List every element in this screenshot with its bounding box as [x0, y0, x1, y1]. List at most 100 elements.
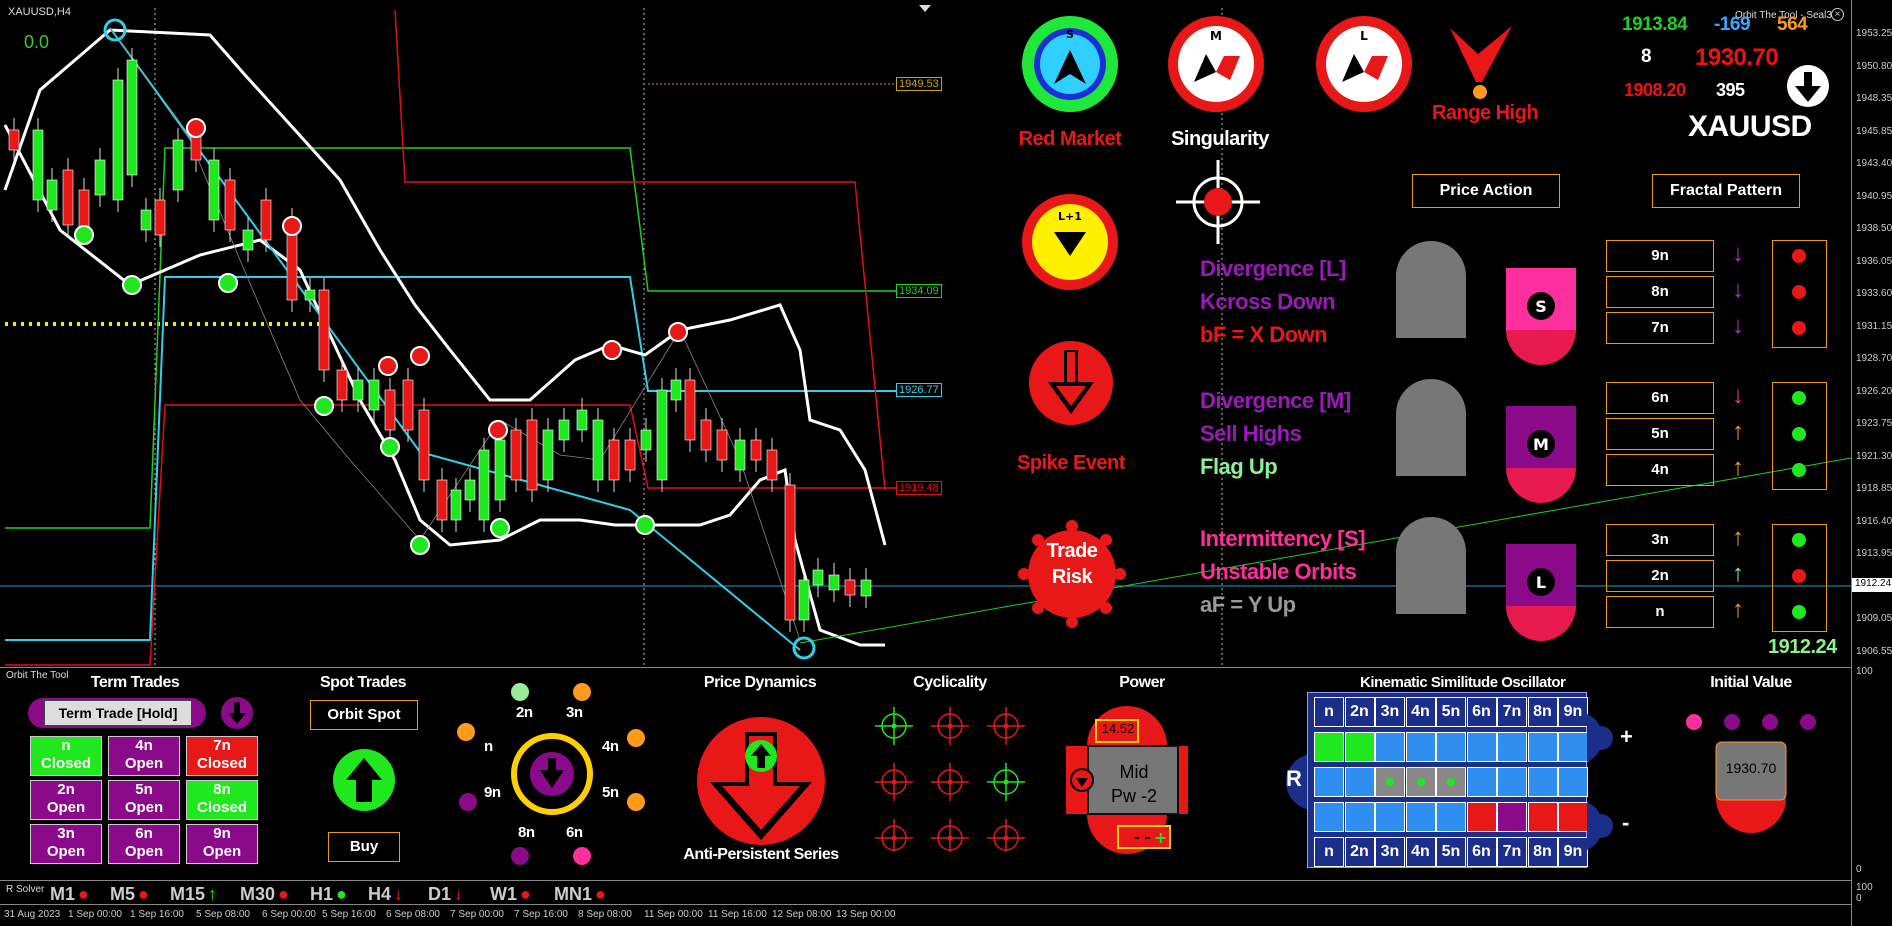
timeframe-M15[interactable]: M15 ↑ — [170, 884, 217, 905]
status-dot — [1792, 605, 1806, 619]
status-dot-icon: ● — [336, 884, 347, 904]
kinematic-cell — [1466, 732, 1497, 762]
timeframe-D1[interactable]: D1 ↓ — [428, 884, 463, 905]
kinematic-cell — [1314, 732, 1344, 762]
time-tick: 11 Sep 16:00 — [708, 909, 767, 920]
up-arrow-icon — [333, 749, 395, 811]
wheel-n: n — [484, 738, 493, 755]
time-tick: 1 Sep 00:00 — [68, 909, 122, 920]
spike-event-label: Spike Event — [1017, 452, 1125, 474]
l-letter: L — [1360, 29, 1368, 43]
term-cell-2n[interactable]: 2n Open — [30, 780, 102, 820]
time-tick: 13 Sep 00:00 — [836, 909, 896, 920]
level-n[interactable]: n — [1606, 596, 1714, 628]
current-price-tag: 1912.24 — [1852, 578, 1892, 592]
price-axis[interactable]: 1953.25 1950.80 1948.35 1945.85 1943.40 1940.… — [1851, 0, 1892, 926]
kinematic-header: 8n — [1527, 837, 1558, 867]
timeframe-W1[interactable]: W1 ● — [490, 884, 531, 905]
stat-value: 395 — [1716, 80, 1745, 100]
term-cell-9n[interactable]: 9n Open — [186, 824, 258, 864]
buy-button[interactable]: Buy — [328, 832, 400, 862]
kinematic-header: 4n — [1405, 837, 1436, 867]
status-dot-icon: ● — [520, 884, 531, 904]
kinematic-cell — [1344, 767, 1375, 797]
spike-event-icon — [1029, 341, 1113, 425]
orbit-wheel — [457, 683, 645, 865]
term-cell-7n[interactable]: 7n Closed — [186, 736, 258, 776]
close-icon[interactable]: × — [1831, 8, 1844, 21]
price-tick: 1928.70 — [1856, 353, 1892, 364]
time-tick: 5 Sep 08:00 — [196, 909, 250, 920]
status-dot-icon: ● — [278, 884, 289, 904]
sub-axis-top: 100 — [1856, 666, 1873, 677]
status-dot — [1792, 391, 1806, 405]
divergence-m: Divergence [M] — [1200, 388, 1351, 413]
gray-gauge — [1396, 379, 1466, 476]
timeframe-H1[interactable]: H1 ● — [310, 884, 347, 905]
price-tick: 1926.20 — [1856, 385, 1892, 397]
level-3n[interactable]: 3n — [1606, 524, 1714, 556]
level-9n[interactable]: 9n — [1606, 240, 1714, 272]
term-cell-3n[interactable]: 3n Open — [30, 824, 102, 864]
power-mid: Mid — [1119, 762, 1149, 782]
timeframe-H4[interactable]: H4 ↓ — [368, 884, 403, 905]
timeframe-M30[interactable]: M30 ● — [240, 884, 289, 905]
level-8n[interactable]: 8n — [1606, 276, 1714, 308]
time-tick: 7 Sep 16:00 — [514, 909, 568, 920]
price-tick: 1953.25 — [1856, 28, 1892, 39]
kinematic-cell — [1497, 802, 1527, 832]
m-signal-icon[interactable]: M — [1166, 14, 1266, 114]
s-signal-icon[interactable]: S — [1020, 14, 1120, 114]
lp1-letter: L+1 — [1058, 210, 1082, 223]
kinematic-cell — [1497, 732, 1527, 762]
kinematic-header: n — [1314, 837, 1344, 867]
level-2n[interactable]: 2n — [1606, 560, 1714, 592]
minus-badge[interactable] — [1587, 800, 1625, 852]
term-cell-6n[interactable]: 6n Open — [108, 824, 180, 864]
kinematic-cell — [1436, 767, 1466, 797]
status-dot — [1792, 569, 1806, 583]
status-dot — [1792, 249, 1806, 263]
minus-button[interactable]: - — [1622, 810, 1629, 836]
kinematic-header: 4n — [1405, 697, 1436, 727]
price-tick: 1943.40 — [1856, 158, 1892, 169]
scroll-marker-icon[interactable] — [919, 0, 931, 12]
l-signal-icon[interactable]: L — [1314, 14, 1414, 114]
term-cell-n[interactable]: n Closed — [30, 736, 102, 776]
anti-persistent-label: Anti-Persistent Series — [683, 846, 839, 863]
plus-button[interactable]: + — [1620, 724, 1633, 750]
level-5n[interactable]: 5n — [1606, 418, 1714, 450]
term-cell-8n[interactable]: 8n Closed — [186, 780, 258, 820]
time-tick: 1 Sep 16:00 — [130, 909, 184, 920]
term-cell-4n[interactable]: 4n Open — [108, 736, 180, 776]
price-tick: 1940.95 — [1856, 190, 1892, 202]
timeframe-M5[interactable]: M5 ● — [110, 884, 149, 905]
last-price: 1912.24 — [1768, 636, 1837, 658]
flag-up: Flag Up — [1200, 454, 1278, 479]
term-cell-5n[interactable]: 5n Open — [108, 780, 180, 820]
timeframe-M1[interactable]: M1 ● — [50, 884, 89, 905]
level-4n[interactable]: 4n — [1606, 454, 1714, 486]
kinematic-cell — [1436, 732, 1466, 762]
timeframe-MN1[interactable]: MN1 ● — [554, 884, 606, 905]
level-6n[interactable]: 6n — [1606, 382, 1714, 414]
initial-value-title: Initial Value — [1710, 674, 1792, 691]
lp1-signal-icon[interactable]: L+1 — [1020, 192, 1120, 292]
up-arrow-icon: ↑ — [1732, 560, 1744, 587]
time-tick: 12 Sep 08:00 — [772, 909, 832, 920]
gray-gauge — [1396, 517, 1466, 614]
price-tick: 1913.95 — [1856, 548, 1892, 559]
kinematic-title: Kinematic Similitude Oscillator — [1360, 674, 1566, 691]
orbit-spot-button[interactable]: Orbit Spot — [310, 700, 418, 730]
subwindow-name: Orbit The Tool — [6, 670, 69, 681]
kinematic-cell — [1314, 802, 1344, 832]
price-action-button[interactable]: Price Action — [1412, 174, 1560, 208]
time-tick: 5 Sep 16:00 — [322, 909, 376, 920]
sub-axis-bottom: 0 — [1856, 864, 1862, 875]
term-trade-hold-button[interactable]: Term Trade [Hold] — [44, 700, 192, 726]
level-7n[interactable]: 7n — [1606, 312, 1714, 344]
down-arrow-icon: ↓ — [1732, 240, 1744, 267]
kinematic-cell — [1405, 732, 1436, 762]
kinematic-header: 5n — [1436, 697, 1466, 727]
fractal-pattern-button[interactable]: Fractal Pattern — [1652, 174, 1800, 208]
